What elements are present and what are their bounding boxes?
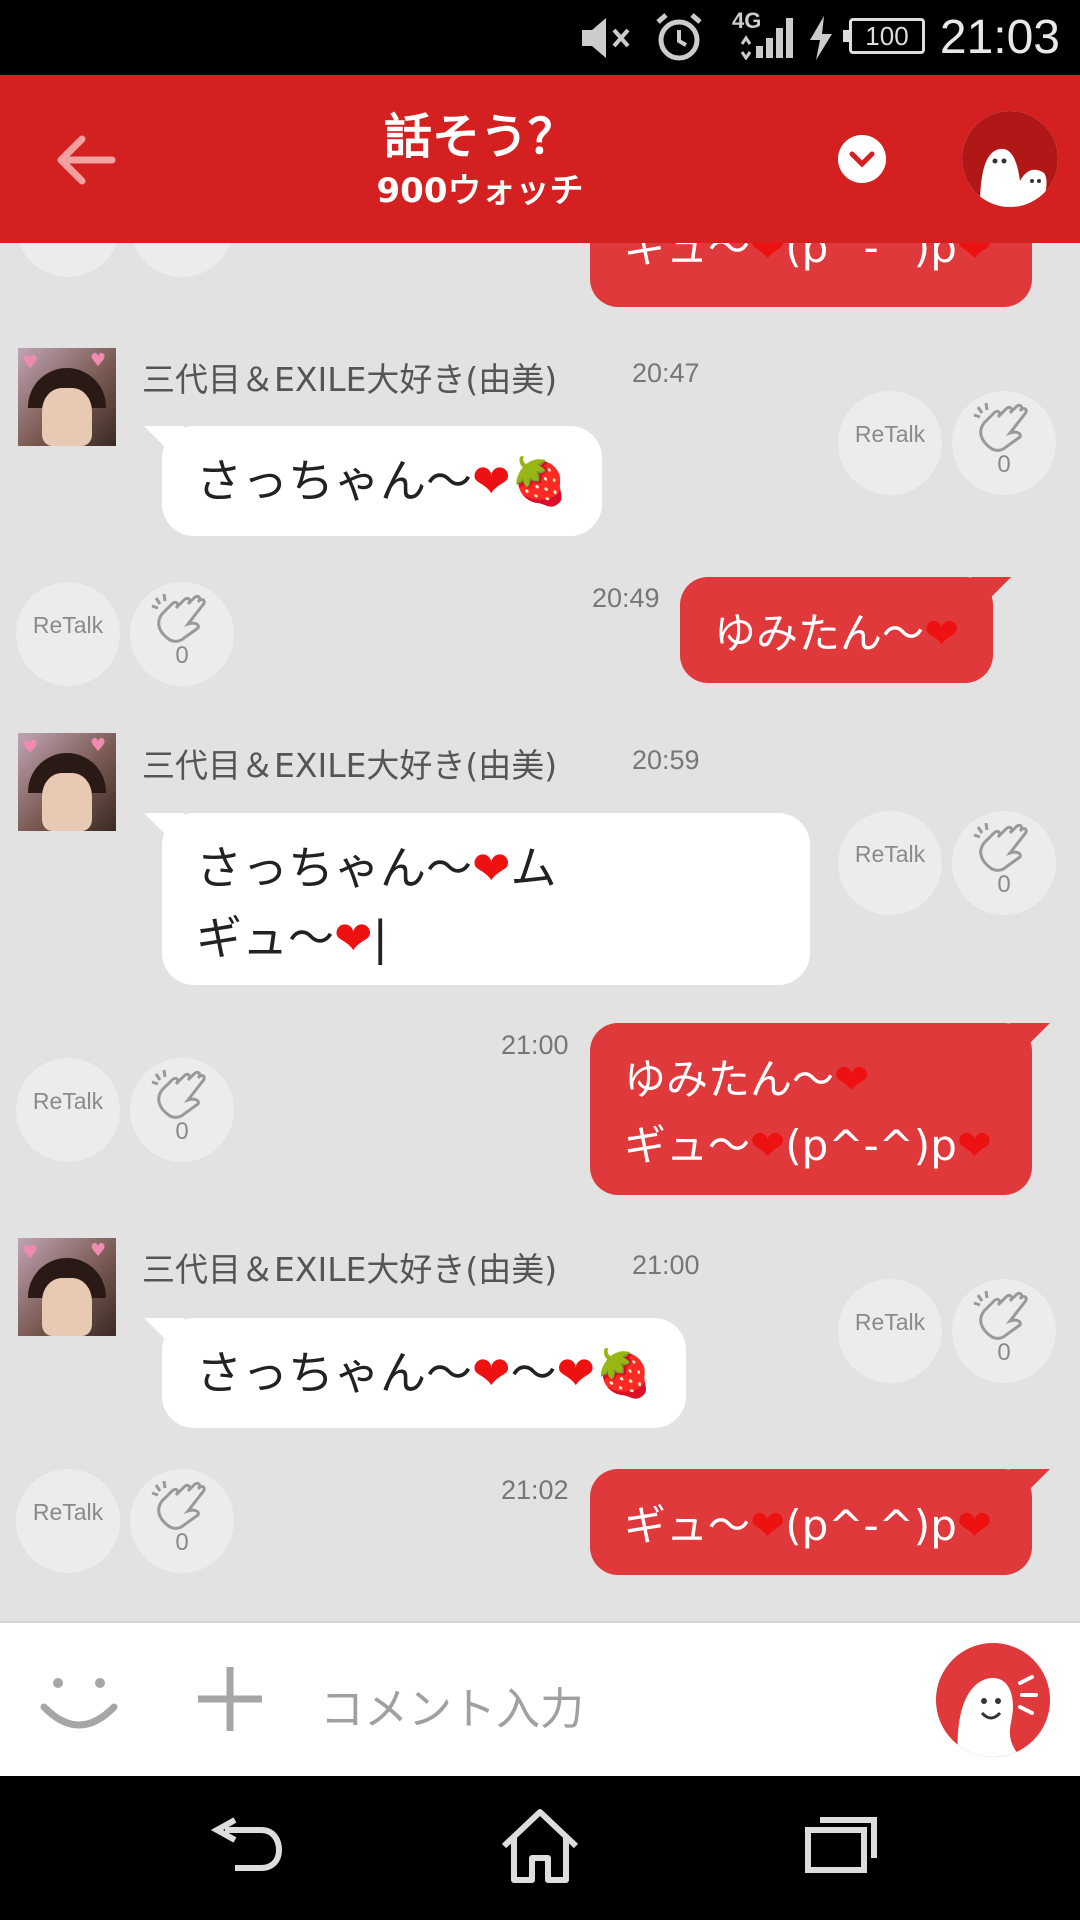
message-bubble[interactable]: さっちゃん〜❤🍓: [162, 426, 602, 536]
heart-icon: ❤: [472, 1346, 511, 1400]
message-bubble[interactable]: ギュ〜❤(p^-^)p❤: [590, 1469, 1032, 1575]
chat-list[interactable]: ギュ〜❤(p^-^)p❤ ♥ ♥ 三代目＆EXILE大好き(由美) 20:47 さ…: [0, 243, 1080, 1621]
retalk-button[interactable]: ReTalk: [16, 1469, 120, 1573]
talk-character-icon[interactable]: [936, 1643, 1050, 1757]
home-icon[interactable]: [498, 1806, 582, 1886]
plus-icon[interactable]: [196, 1665, 264, 1733]
signal-icon: [740, 18, 793, 60]
charging-icon: [810, 16, 832, 60]
header: 話そう？ 900ウォッチ: [0, 75, 1080, 243]
heart-icon: ❤: [956, 243, 993, 272]
clap-button[interactable]: 0: [952, 391, 1056, 495]
back-nav-icon[interactable]: [205, 1816, 285, 1876]
strawberry-icon: 🍓: [510, 454, 568, 508]
battery-icon: 100: [843, 18, 925, 54]
comment-input[interactable]: コメント入力: [320, 1673, 584, 1737]
alarm-icon: [656, 13, 702, 61]
clap-icon: [151, 594, 206, 643]
heart-icon: ❤: [334, 911, 373, 965]
partial-retalk-button[interactable]: [16, 243, 120, 277]
avatar[interactable]: ♥ ♥: [18, 1238, 116, 1336]
retalk-button[interactable]: ReTalk: [838, 811, 942, 915]
strawberry-icon: 🍓: [595, 1346, 653, 1400]
smiley-icon[interactable]: [36, 1663, 122, 1743]
message-bubble[interactable]: ゆみたん〜❤ ギュ〜❤(p^-^)p❤: [590, 1023, 1032, 1195]
heart-icon: ❤: [956, 1501, 993, 1550]
message-time: 20:49: [592, 583, 660, 613]
heart-icon: ❤: [834, 1055, 870, 1104]
comment-input-bar: コメント入力: [0, 1621, 1080, 1776]
heart-icon: ❤: [750, 243, 786, 272]
message-time: 20:59: [632, 745, 700, 775]
clap-icon: [973, 823, 1028, 872]
sender-name: 三代目＆EXILE大好き(由美): [142, 1250, 558, 1289]
avatar[interactable]: ♥ ♥: [18, 348, 116, 446]
retalk-button[interactable]: ReTalk: [16, 1058, 120, 1162]
recent-apps-icon[interactable]: [804, 1814, 880, 1874]
status-time: 21:03: [939, 11, 1060, 64]
heart-icon: ❤: [472, 841, 511, 895]
clap-button[interactable]: 0: [130, 582, 234, 686]
message-bubble[interactable]: ゆみたん〜❤: [680, 577, 994, 683]
navigation-bar: [0, 1776, 1080, 1920]
message-time: 20:47: [632, 358, 700, 388]
status-bar: 4G 100 21:03: [0, 0, 1080, 75]
message-time: 21:00: [501, 1030, 569, 1060]
retalk-button[interactable]: ReTalk: [838, 391, 942, 495]
clap-icon: [973, 403, 1028, 452]
heart-icon: ❤: [556, 1346, 596, 1400]
watch-count: 900ウォッチ: [376, 171, 584, 211]
chevron-down-icon[interactable]: [838, 135, 886, 183]
message-bubble-partial[interactable]: ギュ〜❤(p^-^)p❤: [590, 243, 1032, 307]
sender-name: 三代目＆EXILE大好き(由美): [142, 746, 558, 785]
message-bubble[interactable]: さっちゃん〜❤〜❤🍓: [162, 1318, 687, 1428]
retalk-button[interactable]: ReTalk: [16, 582, 120, 686]
heart-icon: ❤: [472, 454, 511, 508]
message-time: 21:00: [632, 1250, 700, 1280]
heart-icon: ❤: [750, 1121, 786, 1170]
message-time: 21:02: [501, 1475, 569, 1505]
heart-icon: ❤: [924, 609, 960, 658]
avatar[interactable]: ♥ ♥: [18, 733, 116, 831]
clap-button[interactable]: 0: [130, 1469, 234, 1573]
heart-icon: ❤: [750, 1501, 786, 1550]
retalk-button[interactable]: ReTalk: [838, 1279, 942, 1383]
clap-button[interactable]: 0: [952, 1279, 1056, 1383]
clap-button[interactable]: 0: [952, 811, 1056, 915]
sender-name: 三代目＆EXILE大好き(由美): [142, 360, 558, 399]
message-bubble[interactable]: さっちゃん〜❤ム ギュ〜❤|: [162, 813, 810, 985]
partial-clap-button[interactable]: [130, 243, 234, 277]
clap-icon: [151, 1070, 206, 1119]
ghost-character-icon[interactable]: [962, 111, 1058, 207]
clap-button[interactable]: 0: [130, 1058, 234, 1162]
mute-icon: [582, 18, 630, 58]
clap-icon: [973, 1291, 1028, 1340]
page-title: 話そう？: [383, 109, 576, 165]
clap-icon: [151, 1481, 206, 1530]
heart-icon: ❤: [956, 1121, 993, 1170]
